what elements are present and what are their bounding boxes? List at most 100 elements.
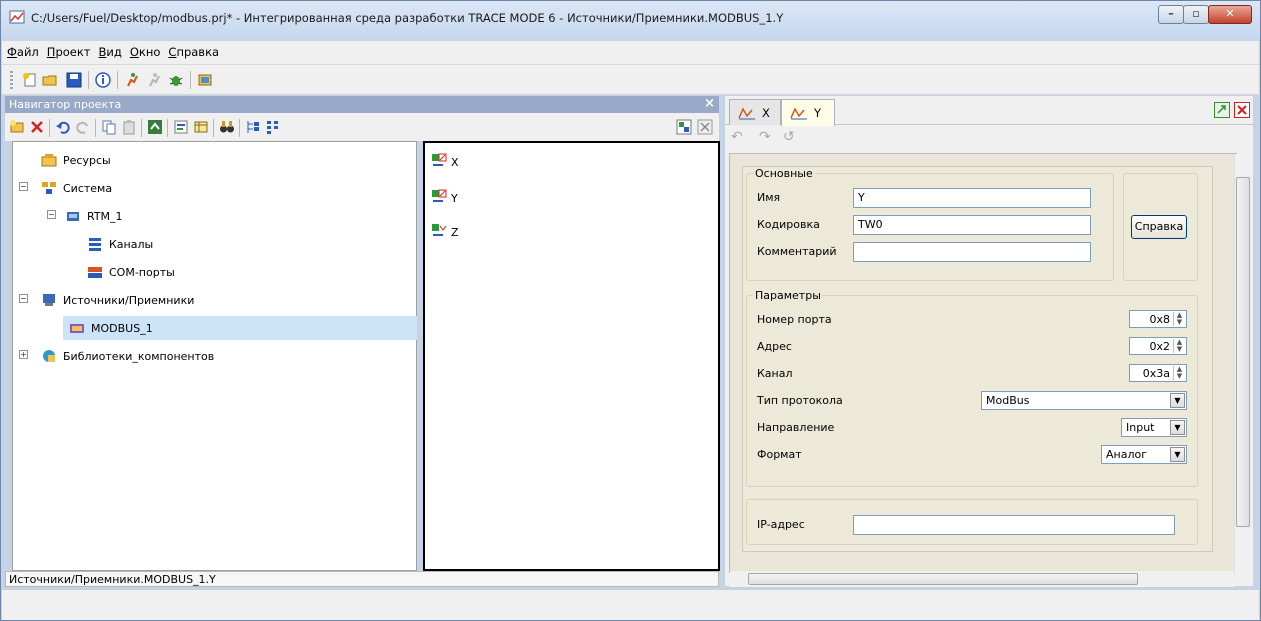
redo-icon[interactable]: ↷ <box>759 129 771 145</box>
redo-all-icon[interactable]: ↺ <box>783 129 795 145</box>
tree-item-label: Источники/Приемники <box>63 294 195 307</box>
tree-item-label: MODBUS_1 <box>91 322 153 335</box>
ip-field[interactable] <box>853 515 1175 535</box>
sources-receivers-icon <box>43 294 55 306</box>
editor-window-controls <box>1214 102 1250 118</box>
tree-item-channels[interactable]: Каналы <box>87 232 407 256</box>
documentation-icon[interactable] <box>197 72 213 88</box>
tree-item-sources-receivers[interactable]: Источники/Приемники <box>41 288 411 312</box>
redo-icon[interactable] <box>75 119 91 135</box>
toolbar-grip[interactable] <box>10 71 13 89</box>
scroll-thumb[interactable] <box>1236 177 1250 527</box>
properties-form: Основные Имя Y Кодировка TW0 Комментарий… <box>742 166 1213 552</box>
rtm-node-icon <box>67 212 79 221</box>
channel-spinner[interactable]: 0x3a ▲ ▼ <box>1129 364 1187 382</box>
spinner-arrows-icon[interactable]: ▲ ▼ <box>1173 366 1185 380</box>
spinner-arrows-icon[interactable]: ▲ ▼ <box>1173 339 1185 353</box>
help-button[interactable]: Справка <box>1131 215 1187 239</box>
address-spinner[interactable]: 0x2 ▲ ▼ <box>1129 337 1187 355</box>
chevron-down-icon[interactable]: ▼ <box>1170 420 1185 435</box>
chevron-down-icon[interactable]: ▼ <box>1170 393 1185 408</box>
undo-icon[interactable]: ↶ <box>731 129 743 145</box>
com-ports-icon <box>88 267 102 278</box>
panel-close-icon[interactable] <box>697 119 713 135</box>
collapse-icon[interactable]: − <box>19 182 28 191</box>
tree-item-label: Каналы <box>109 238 154 251</box>
component-libraries-icon <box>43 350 55 362</box>
panel-settings-icon[interactable] <box>676 119 692 135</box>
tab-y[interactable]: Y <box>781 99 835 126</box>
run-step-icon[interactable] <box>146 72 162 88</box>
expand-icon[interactable]: + <box>19 350 28 359</box>
spinner-arrows-icon[interactable]: ▲ ▼ <box>1173 312 1185 326</box>
port-spinner[interactable]: 0x8 ▲ ▼ <box>1129 310 1187 328</box>
tree-item-rtm[interactable]: RTM_1 <box>65 204 405 228</box>
minimize-button[interactable]: – <box>1158 5 1184 24</box>
navigator-status: Источники/Приемники.MODBUS_1.Y <box>5 571 719 587</box>
channel-x-icon <box>432 153 447 166</box>
toolbar-separator <box>95 119 96 137</box>
undo-icon[interactable] <box>55 119 71 135</box>
encoding-field[interactable]: TW0 <box>853 215 1091 235</box>
chevron-down-icon[interactable]: ▼ <box>1170 447 1185 462</box>
horizontal-scrollbar[interactable] <box>730 571 1234 587</box>
children-list: X Y Z <box>423 141 720 571</box>
menu-view[interactable]: Вид <box>94 41 125 59</box>
delete-icon[interactable] <box>29 119 45 135</box>
ip-label: IP-адрес <box>757 518 805 531</box>
info-icon[interactable] <box>95 72 111 88</box>
open-folder-icon[interactable] <box>42 72 58 88</box>
menu-window[interactable]: Окно <box>125 41 164 59</box>
comment-label: Комментарий <box>757 245 837 258</box>
paste-icon[interactable] <box>121 119 137 135</box>
navigator-title: Навигатор проекта <box>9 98 122 111</box>
navigator-header: Навигатор проекта × <box>5 96 719 113</box>
navigator-close-icon[interactable]: × <box>704 96 715 111</box>
tree-item-resources[interactable]: Ресурсы <box>41 148 411 172</box>
debug-bug-icon[interactable] <box>168 72 184 88</box>
menu-help[interactable]: Справка <box>163 41 222 59</box>
tab-label: X <box>762 106 770 120</box>
menu-file[interactable]: Файл <box>2 41 42 59</box>
save-icon[interactable] <box>66 72 82 88</box>
collapse-icon[interactable]: − <box>47 210 56 219</box>
direction-select[interactable]: Input ▼ <box>1121 418 1187 437</box>
scroll-thumb[interactable] <box>748 573 1138 585</box>
list-view-icon[interactable] <box>265 119 281 135</box>
create-node-icon[interactable] <box>9 119 25 135</box>
new-project-icon[interactable] <box>22 72 38 88</box>
find-binoculars-icon[interactable] <box>219 119 235 135</box>
list-item-label: Y <box>451 192 458 205</box>
close-button[interactable]: ✕ <box>1208 5 1252 24</box>
tree-item-label: COM-порты <box>109 266 175 279</box>
direction-value: Input <box>1126 421 1155 434</box>
tree-view-icon[interactable] <box>245 119 261 135</box>
tree-item-system[interactable]: Система <box>41 176 411 200</box>
comment-field[interactable] <box>853 242 1091 262</box>
menu-project[interactable]: Проект <box>42 41 94 59</box>
copy-icon[interactable] <box>101 119 117 135</box>
name-field[interactable]: Y <box>853 188 1091 208</box>
group-parameters-title: Параметры <box>753 289 823 302</box>
tree-item-com-ports[interactable]: COM-порты <box>87 260 407 284</box>
run-icon[interactable] <box>124 72 140 88</box>
protocol-label: Тип протокола <box>757 394 843 407</box>
vertical-scrollbar[interactable] <box>1234 154 1250 574</box>
refresh-icon[interactable] <box>147 119 163 135</box>
maximize-button[interactable]: ▫ <box>1183 5 1209 24</box>
collapse-icon[interactable]: − <box>19 294 28 303</box>
channels-icon <box>89 238 101 251</box>
restore-window-icon[interactable] <box>1214 102 1230 118</box>
protocol-select[interactable]: ModBus ▼ <box>981 391 1187 410</box>
table-icon[interactable] <box>193 119 209 135</box>
format-select[interactable]: Аналог ▼ <box>1101 445 1187 464</box>
channel-tab-icon <box>738 107 755 120</box>
window-title: C:/Users/Fuel/Desktop/modbus.prj* - Инте… <box>31 11 784 25</box>
protocol-value: ModBus <box>986 394 1030 407</box>
properties-icon[interactable] <box>173 119 189 135</box>
tree-item-component-libraries[interactable]: Библиотеки_компонентов <box>41 344 411 368</box>
close-editor-icon[interactable] <box>1234 102 1250 118</box>
tab-x[interactable]: X <box>729 99 781 125</box>
tree-item-modbus[interactable]: MODBUS_1 <box>63 316 417 340</box>
editor-area: X Y ↶ ↷ ↺ Основные Имя Y Кодировка TW0 К… <box>725 96 1253 586</box>
